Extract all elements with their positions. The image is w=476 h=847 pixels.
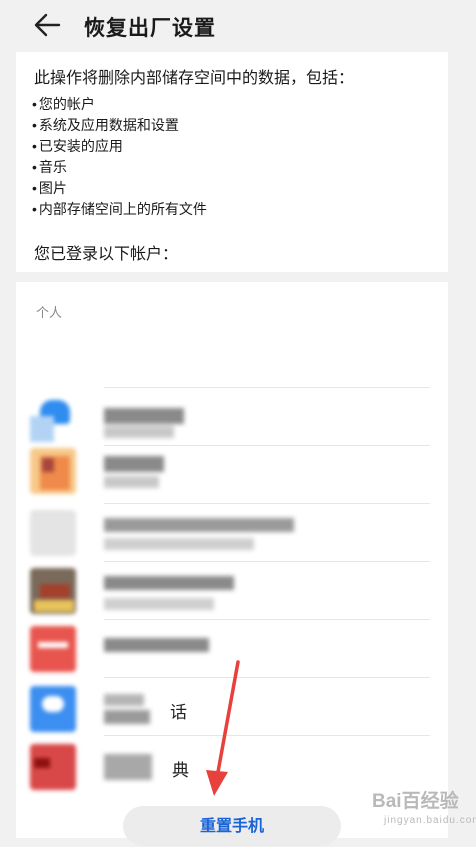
reset-phone-button[interactable]: 重置手机 bbox=[123, 806, 341, 846]
account-row bbox=[30, 510, 440, 556]
list-item: 图片 bbox=[32, 178, 207, 199]
list-item: 您的帐户 bbox=[32, 94, 207, 115]
list-item: 内部存储空间上的所有文件 bbox=[32, 199, 207, 220]
account-name-blurred bbox=[104, 574, 244, 610]
list-item: 已安装的应用 bbox=[32, 136, 207, 157]
account-name-blurred bbox=[104, 632, 224, 668]
app-icon bbox=[30, 744, 76, 790]
list-item: 系统及应用数据和设置 bbox=[32, 115, 207, 136]
app-icon bbox=[30, 568, 76, 614]
account-row bbox=[30, 568, 440, 614]
account-name-blurred bbox=[104, 406, 274, 442]
back-button[interactable] bbox=[32, 10, 66, 40]
divider bbox=[104, 735, 430, 736]
account-row: 话 bbox=[30, 686, 440, 732]
accounts-card: 个人 话 典 bbox=[16, 282, 448, 838]
account-name-blurred bbox=[104, 516, 304, 552]
divider bbox=[104, 619, 430, 620]
account-name-fragment: 话 bbox=[170, 703, 187, 722]
logged-in-label: 您已登录以下帐户： bbox=[34, 246, 179, 263]
list-item: 音乐 bbox=[32, 157, 207, 178]
watermark-url: jingyan.baidu.com bbox=[384, 815, 476, 826]
watermark-brand: Bai百经验 bbox=[372, 791, 459, 812]
info-card: 此操作将删除内部储存空间中的数据，包括： 您的帐户 系统及应用数据和设置 已安装… bbox=[16, 52, 448, 272]
intro-text: 此操作将删除内部储存空间中的数据，包括： bbox=[34, 70, 355, 87]
section-label: 个人 bbox=[36, 305, 63, 320]
account-row: 典 bbox=[30, 744, 440, 790]
header-bar: 恢复出厂设置 bbox=[0, 0, 476, 52]
app-icon bbox=[30, 626, 76, 672]
account-row bbox=[30, 400, 440, 446]
account-name-blurred bbox=[104, 750, 164, 786]
divider bbox=[104, 503, 430, 504]
account-name-fragment: 典 bbox=[172, 761, 189, 780]
app-icon bbox=[30, 686, 76, 732]
account-name-blurred bbox=[104, 692, 164, 728]
divider bbox=[104, 561, 430, 562]
data-list: 您的帐户 系统及应用数据和设置 已安装的应用 音乐 图片 内部存储空间上的所有文… bbox=[32, 94, 207, 220]
app-icon bbox=[30, 510, 76, 556]
arrow-left-icon bbox=[34, 13, 61, 37]
app-icon bbox=[30, 400, 76, 446]
account-row bbox=[30, 448, 440, 494]
account-row bbox=[30, 626, 440, 672]
page-title: 恢复出厂设置 bbox=[84, 17, 216, 40]
divider bbox=[104, 677, 430, 678]
divider bbox=[104, 387, 430, 388]
app-icon bbox=[30, 448, 76, 494]
baidu-watermark: Bai百经验 jingyan.baidu.com bbox=[360, 786, 476, 836]
account-name-blurred bbox=[104, 454, 274, 490]
